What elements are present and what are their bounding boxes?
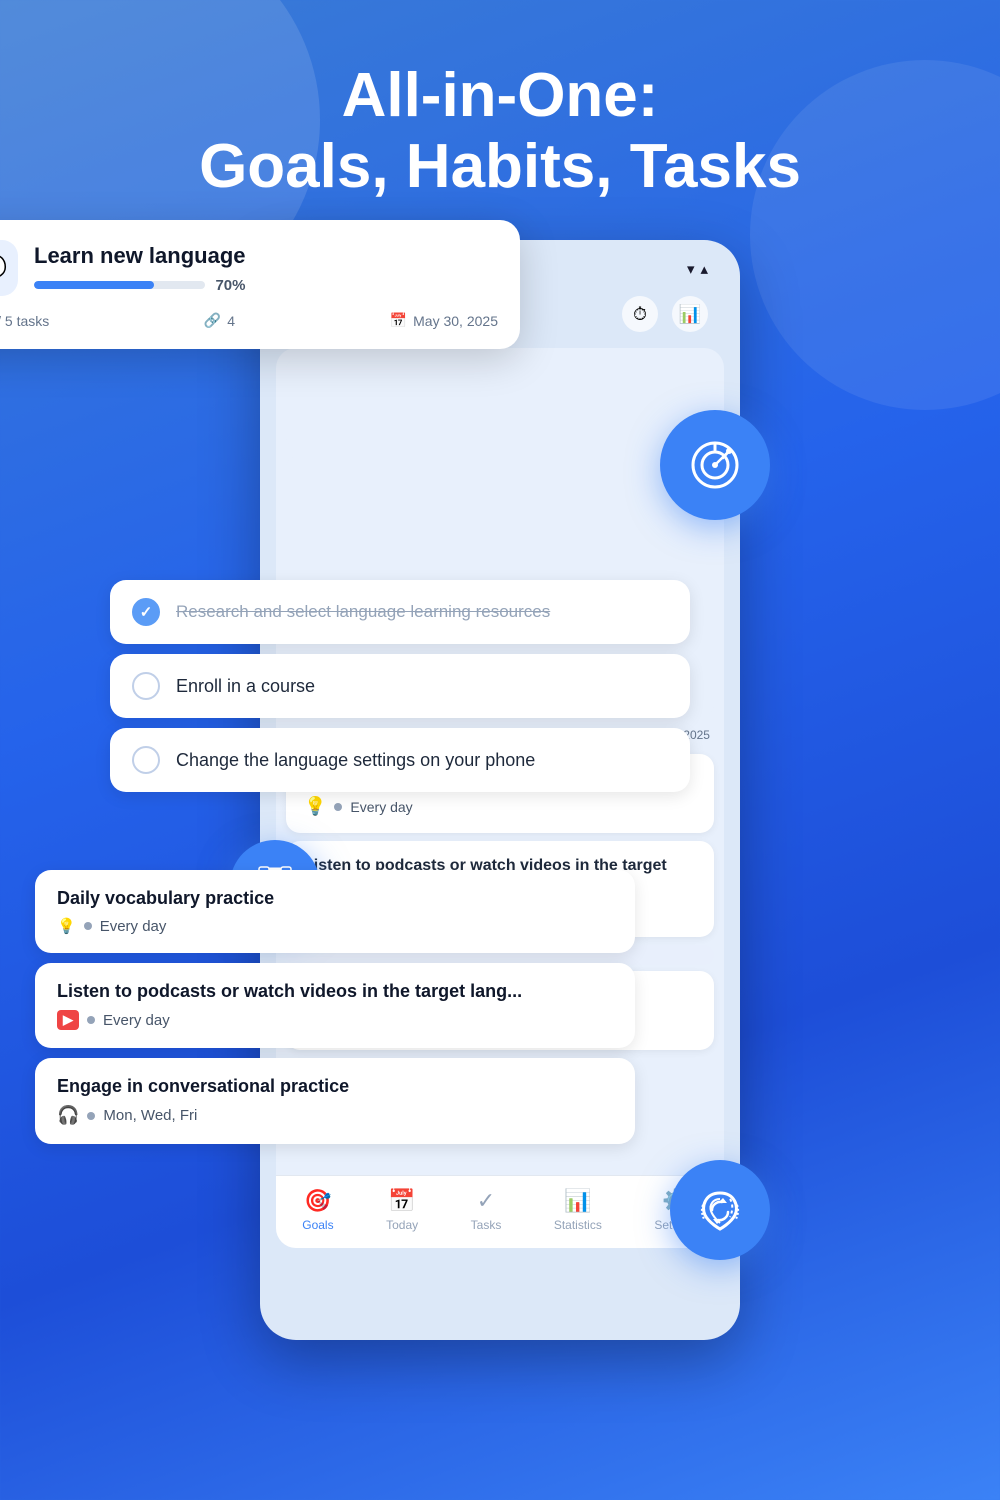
task-label-2: Enroll in a course: [176, 676, 315, 697]
habit-card-freq-2: ▶ Every day: [57, 1010, 613, 1030]
nav-stats-label: Statistics: [554, 1218, 602, 1232]
nav-goals[interactable]: 🎯 Goals: [302, 1188, 333, 1232]
progress-percent: 70%: [215, 277, 245, 294]
tasks-count-label: 2 / 5 tasks: [0, 313, 49, 329]
habit-card-icon-1: 💡: [57, 917, 76, 935]
task-checkbox-2[interactable]: [132, 672, 160, 700]
nav-today-label: Today: [386, 1218, 418, 1232]
hero-line1: All-in-One:: [342, 61, 659, 130]
goal-section-bg: [286, 358, 714, 448]
goal-card-footer: 📋 2 / 5 tasks 🔗 4 📅 May 30, 2025: [0, 312, 498, 329]
habit-card-2: Listen to podcasts or watch videos in th…: [35, 963, 635, 1048]
habit-freq-dot-1: [84, 922, 92, 930]
habit-card-freq-label-2: Every day: [103, 1012, 170, 1029]
task-item-1[interactable]: Research and select language learning re…: [110, 580, 690, 644]
habit-card-icon-2: ▶: [57, 1010, 79, 1030]
nav-statistics[interactable]: 📊 Statistics: [554, 1188, 602, 1232]
habits-feature-icon: [670, 1160, 770, 1260]
today-icon: 📅: [388, 1188, 415, 1214]
wifi-icon: ▾: [687, 260, 695, 278]
progress-bar-fill: [34, 281, 154, 289]
habit-card-freq-label-3: Mon, Wed, Fri: [103, 1107, 197, 1124]
goal-card-icon: 💬: [0, 240, 18, 296]
nav-goals-label: Goals: [302, 1218, 333, 1232]
goal-progress-row: 70%: [34, 277, 246, 294]
nav-today[interactable]: 📅 Today: [386, 1188, 418, 1232]
goal-feature-icon: [660, 410, 770, 520]
hero-title: All-in-One: Goals, Habits, Tasks: [40, 60, 960, 203]
task-item-3[interactable]: Change the language settings on your pho…: [110, 728, 690, 792]
task-checkbox-1[interactable]: [132, 598, 160, 626]
hero-section: All-in-One: Goals, Habits, Tasks: [0, 0, 1000, 233]
links-count-label: 4: [227, 313, 235, 329]
habit-freq-dot-2: [87, 1016, 95, 1024]
status-icons: ▾ ▴: [687, 260, 708, 278]
floating-tasks-card: Research and select language learning re…: [110, 580, 690, 802]
bottom-nav[interactable]: 🎯 Goals 📅 Today ✓ Tasks 📊 Statistics ⚙️: [276, 1175, 724, 1248]
goal-card-title: Learn new language: [34, 243, 246, 269]
floating-habits-area: Daily vocabulary practice 💡 Every day Li…: [35, 870, 635, 1154]
task-checkbox-3[interactable]: [132, 746, 160, 774]
habit-freq-dot-3: [87, 1112, 95, 1120]
calendar-footer-icon: 📅: [390, 312, 407, 329]
habit-card-icon-3: 🎧: [57, 1105, 79, 1126]
stats-nav-icon: 📊: [564, 1188, 591, 1214]
nav-tasks[interactable]: ✓ Tasks: [471, 1188, 502, 1232]
habit-card-3: Engage in conversational practice 🎧 Mon,…: [35, 1058, 635, 1144]
nav-tasks-label: Tasks: [471, 1218, 502, 1232]
progress-bar-bg: [34, 281, 205, 289]
goal-card-header: 💬 Learn new language 70%: [0, 240, 498, 296]
links-footer-icon: 🔗: [204, 312, 221, 329]
due-date-label: May 30, 2025: [413, 313, 498, 329]
links-count-item: 🔗 4: [204, 312, 235, 329]
tasks-count-item: 📋 2 / 5 tasks: [0, 312, 49, 329]
history-icon[interactable]: ⏱: [622, 296, 658, 332]
habit-card-1: Daily vocabulary practice 💡 Every day: [35, 870, 635, 953]
task-label-3: Change the language settings on your pho…: [176, 750, 535, 771]
header-icons[interactable]: ⏱ 📊: [622, 296, 708, 332]
chart-icon[interactable]: 📊: [672, 296, 708, 332]
due-date-item: 📅 May 30, 2025: [390, 312, 498, 329]
habit-dot-1: [334, 803, 342, 811]
habit-card-freq-3: 🎧 Mon, Wed, Fri: [57, 1105, 613, 1126]
task-label-1: Research and select language learning re…: [176, 602, 550, 622]
hero-line2: Goals, Habits, Tasks: [199, 132, 801, 201]
habit-card-title-3: Engage in conversational practice: [57, 1076, 613, 1097]
task-item-2[interactable]: Enroll in a course: [110, 654, 690, 718]
habit-card-title-2: Listen to podcasts or watch videos in th…: [57, 981, 613, 1002]
signal-icon: ▴: [700, 260, 708, 278]
goals-icon: 🎯: [304, 1188, 331, 1214]
habit-card-freq-1: 💡 Every day: [57, 917, 613, 935]
habit-card-title-1: Daily vocabulary practice: [57, 888, 613, 909]
tasks-nav-icon: ✓: [477, 1188, 495, 1214]
floating-goal-card: 💬 Learn new language 70% 📋 2 / 5 tasks 🔗…: [0, 220, 520, 349]
habit-card-freq-label-1: Every day: [100, 918, 167, 935]
